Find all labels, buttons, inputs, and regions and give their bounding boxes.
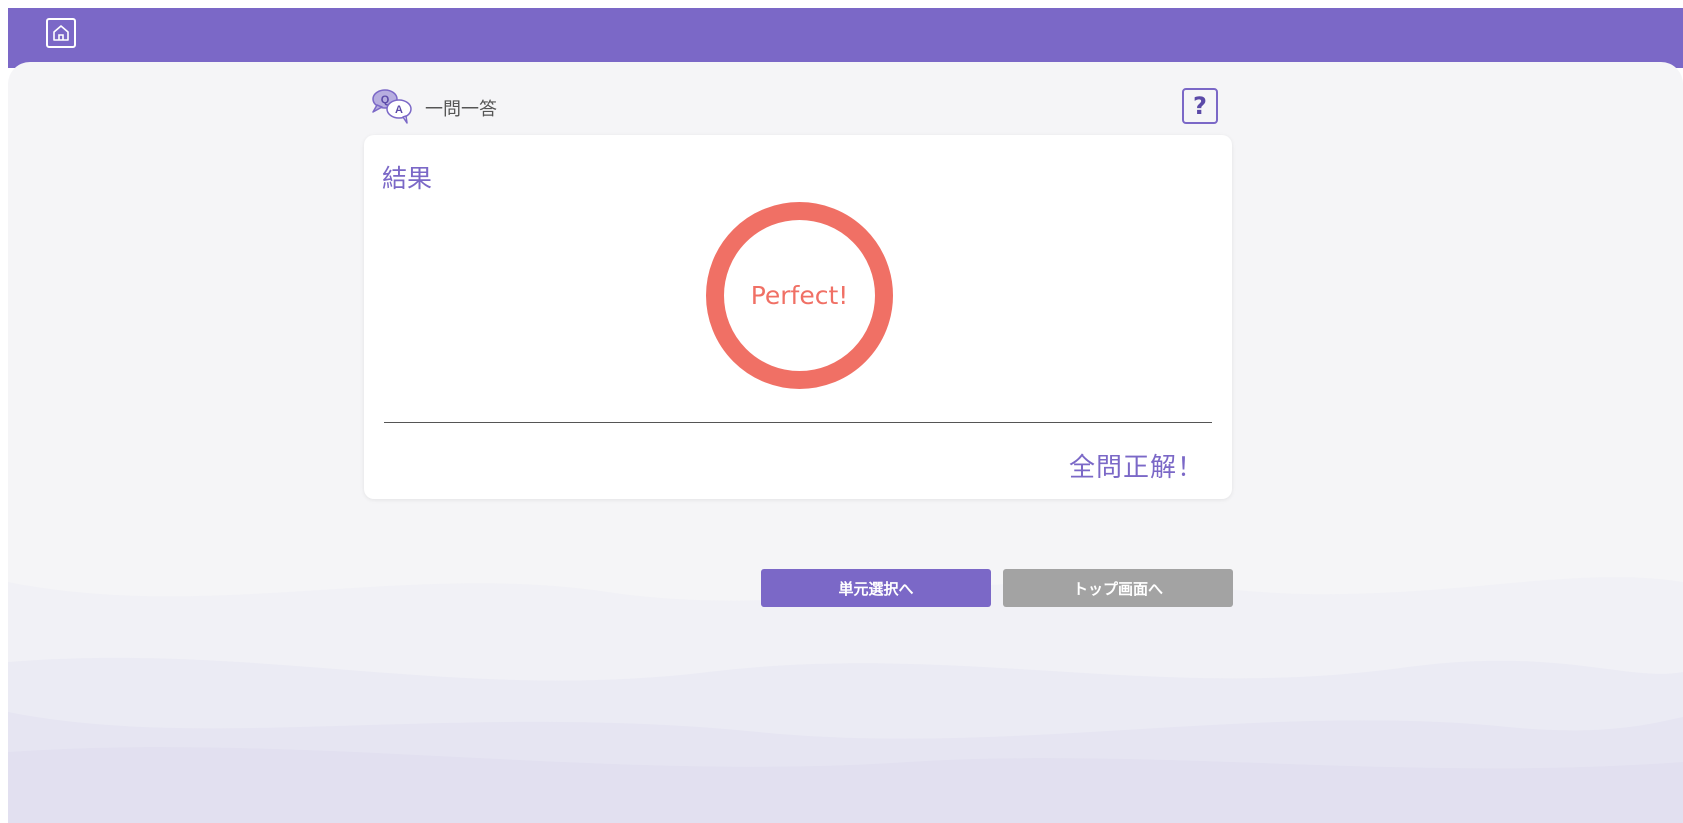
unit-select-button[interactable]: 単元選択へ — [761, 569, 991, 607]
result-title: 結果 — [382, 164, 433, 193]
result-ring-text: Perfect! — [750, 281, 849, 310]
mode-header: Q A 一問一答 ? — [364, 86, 1232, 126]
qa-icon-a: A — [395, 104, 403, 116]
qa-bubble-icon: Q A — [372, 89, 412, 124]
help-button[interactable]: ? — [1182, 88, 1218, 124]
divider — [384, 422, 1212, 423]
result-card: 結果 Perfect! 全問正解！ — [364, 135, 1232, 499]
mode-label: 一問一答 — [425, 99, 497, 120]
result-message: 全問正解！ — [1068, 453, 1204, 483]
top-bar — [8, 8, 1683, 68]
home-icon — [53, 25, 69, 41]
result-ring: Perfect! — [706, 202, 893, 389]
top-screen-button[interactable]: トップ画面へ — [1003, 569, 1233, 607]
home-button[interactable] — [46, 18, 76, 48]
